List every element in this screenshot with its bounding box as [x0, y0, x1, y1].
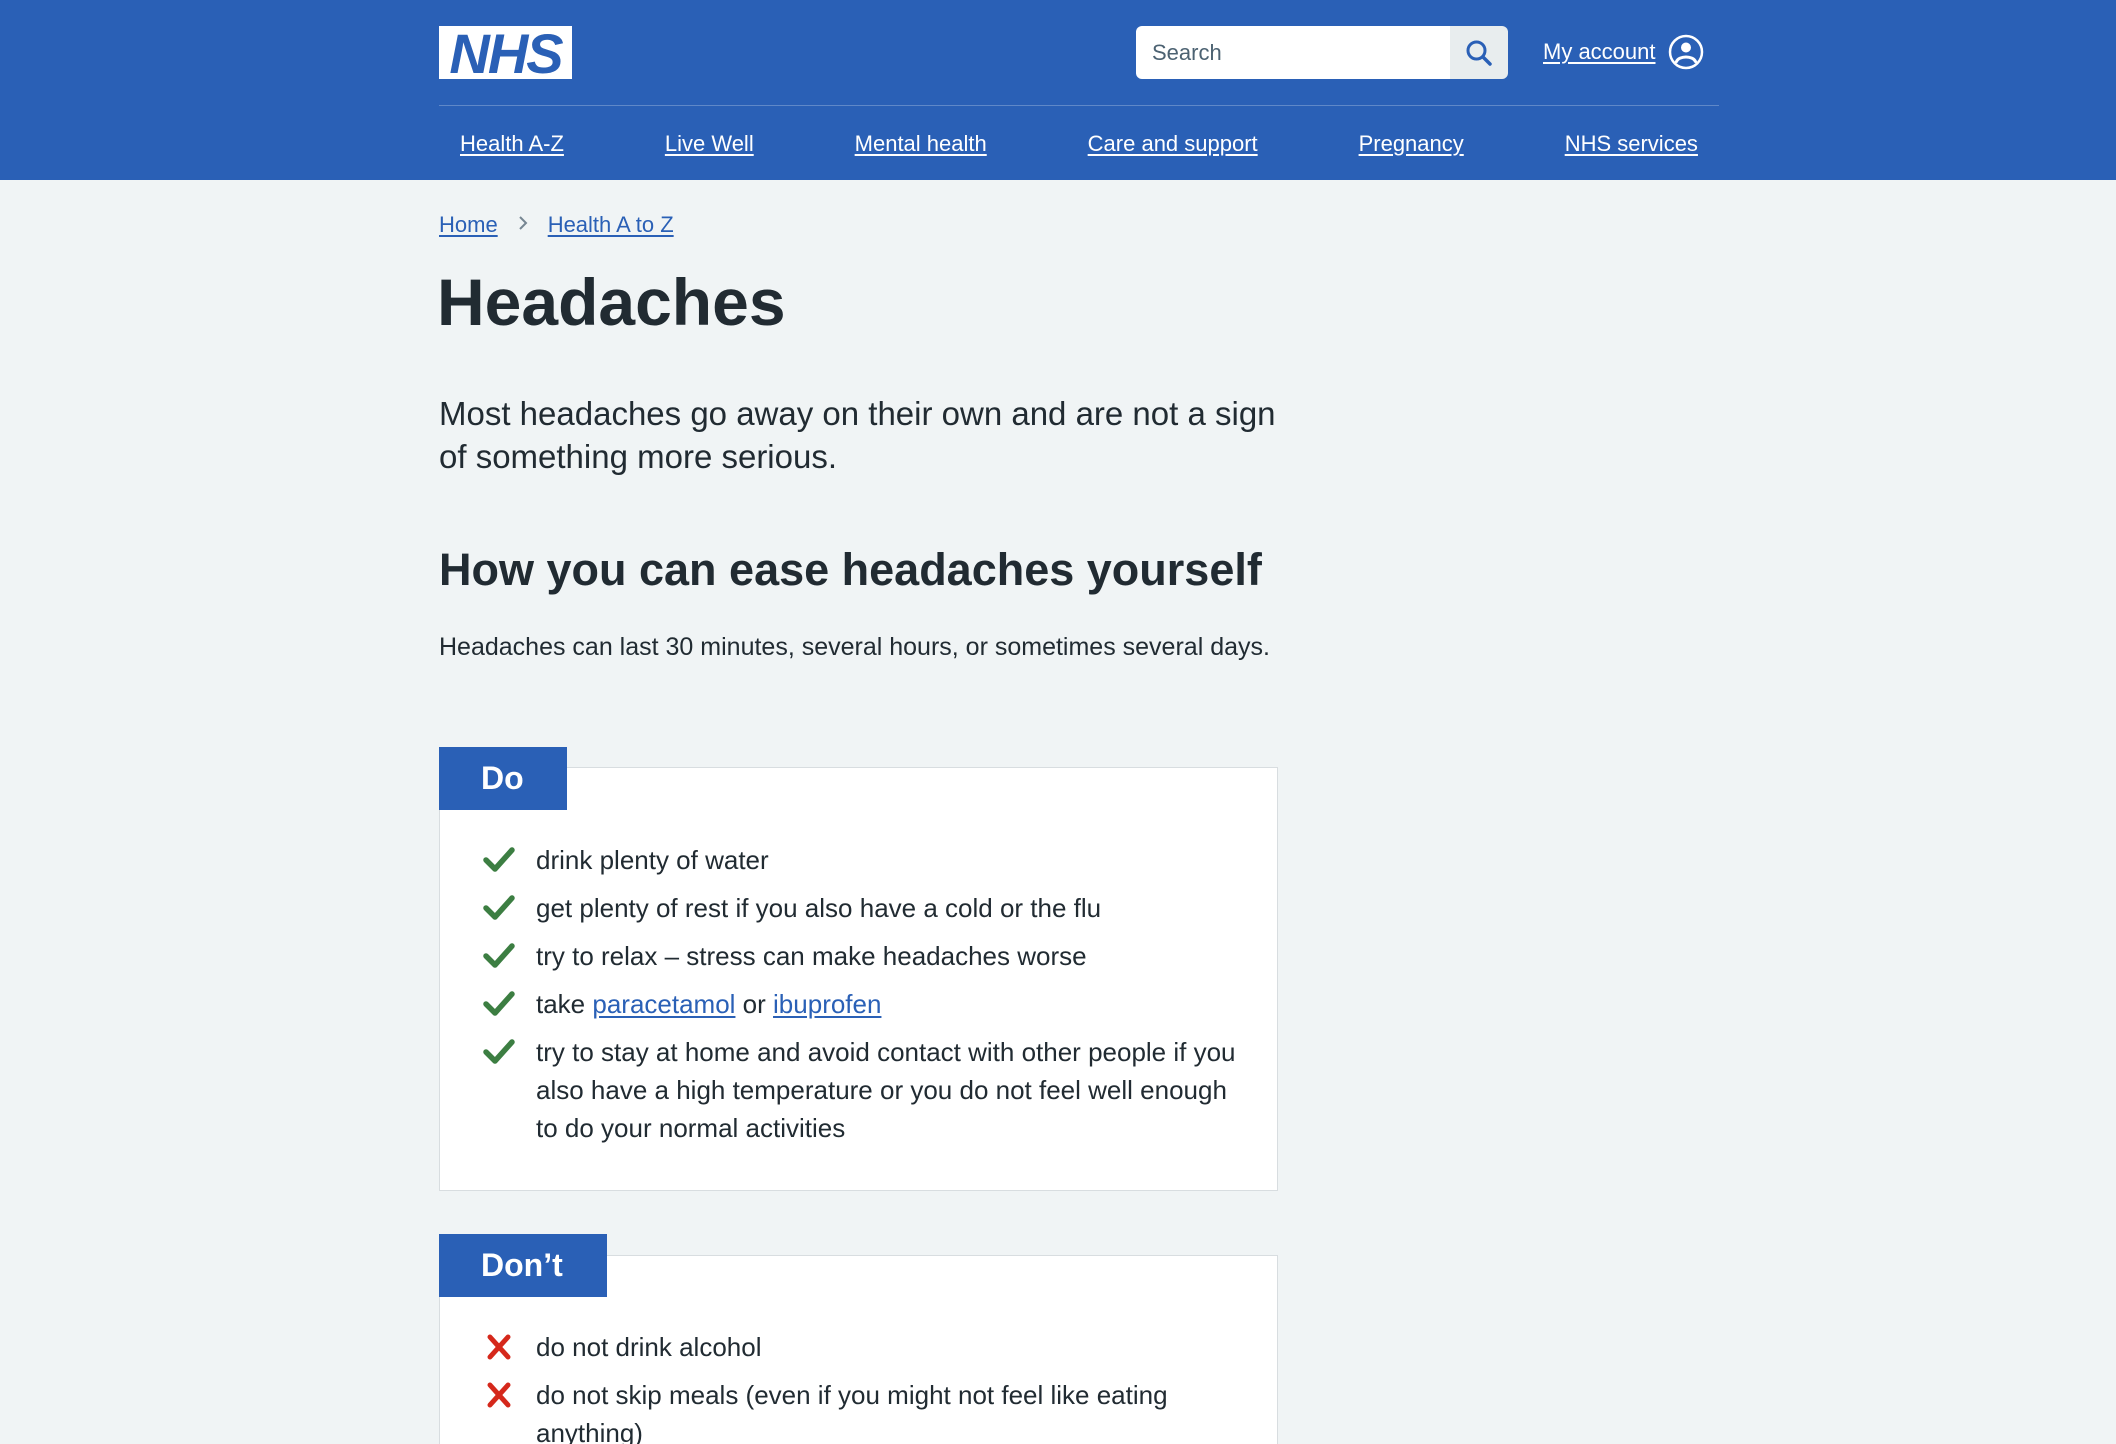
tick-icon	[483, 895, 515, 920]
list-item: get plenty of rest if you also have a co…	[482, 889, 1252, 927]
dont-item-text: do not skip meals (even if you might not…	[536, 1380, 1168, 1444]
nav-item-health-a-z[interactable]: Health A-Z	[460, 131, 564, 157]
breadcrumb: Home Health A to Z	[439, 212, 674, 238]
cross-icon	[487, 1334, 511, 1360]
breadcrumb-health-a-to-z[interactable]: Health A to Z	[548, 212, 674, 238]
do-item-text: try to relax – stress can make headaches…	[536, 941, 1087, 971]
tick-icon	[483, 847, 515, 872]
lede-text: Most headaches go away on their own and …	[439, 395, 1276, 475]
do-item-text-middle: or	[735, 989, 774, 1019]
paracetamol-link[interactable]: paracetamol	[592, 989, 735, 1019]
do-item-text: drink plenty of water	[536, 845, 769, 875]
nav-item-care-and-support[interactable]: Care and support	[1088, 131, 1258, 157]
nav-item-mental-health[interactable]: Mental health	[855, 131, 987, 157]
list-item: do not drink alcohol	[482, 1328, 1252, 1366]
do-item-text: get plenty of rest if you also have a co…	[536, 893, 1102, 923]
tick-icon	[483, 991, 515, 1016]
dont-item-text: do not drink alcohol	[536, 1332, 762, 1362]
search-input[interactable]	[1136, 26, 1450, 79]
nav-item-live-well[interactable]: Live Well	[665, 131, 754, 157]
my-account-link[interactable]: My account	[1543, 39, 1656, 65]
do-item-text: try to stay at home and avoid contact wi…	[536, 1037, 1236, 1143]
nhs-logo-text: NHS	[449, 21, 563, 85]
list-item: try to relax – stress can make headaches…	[482, 937, 1252, 975]
search-form	[1136, 26, 1508, 79]
site-header: NHS My account Health A-Z Live Well Ment…	[0, 0, 2116, 180]
list-item: take paracetamol or ibuprofen	[482, 985, 1252, 1023]
section-heading: How you can ease headaches yourself	[439, 544, 1262, 595]
nhs-logo[interactable]: NHS	[439, 21, 572, 85]
header-divider	[439, 105, 1719, 106]
user-circle-icon[interactable]	[1668, 34, 1704, 70]
tick-icon	[483, 943, 515, 968]
ibuprofen-link[interactable]: ibuprofen	[773, 989, 881, 1019]
list-item: drink plenty of water	[482, 841, 1252, 879]
page-title: Headaches	[437, 265, 786, 339]
primary-nav: Health A-Z Live Well Mental health Care …	[439, 122, 1719, 166]
nav-item-pregnancy[interactable]: Pregnancy	[1359, 131, 1464, 157]
nav-item-nhs-services[interactable]: NHS services	[1565, 131, 1698, 157]
account-area: My account	[1543, 32, 1704, 72]
section-text: Headaches can last 30 minutes, several h…	[439, 633, 1270, 661]
list-item: try to stay at home and avoid contact wi…	[482, 1033, 1252, 1147]
tick-icon	[483, 1039, 515, 1064]
do-list: drink plenty of water get plenty of rest…	[482, 841, 1252, 1157]
cross-icon	[487, 1382, 511, 1408]
chevron-right-icon	[498, 214, 548, 237]
do-item-text-before: take	[536, 989, 593, 1019]
search-icon	[1466, 40, 1492, 66]
dont-label: Don’t	[439, 1234, 607, 1297]
breadcrumb-home[interactable]: Home	[439, 212, 498, 238]
dont-list: do not drink alcohol do not skip meals (…	[482, 1328, 1252, 1444]
search-button[interactable]	[1450, 26, 1508, 79]
list-item: do not skip meals (even if you might not…	[482, 1376, 1252, 1444]
do-label: Do	[439, 747, 567, 810]
